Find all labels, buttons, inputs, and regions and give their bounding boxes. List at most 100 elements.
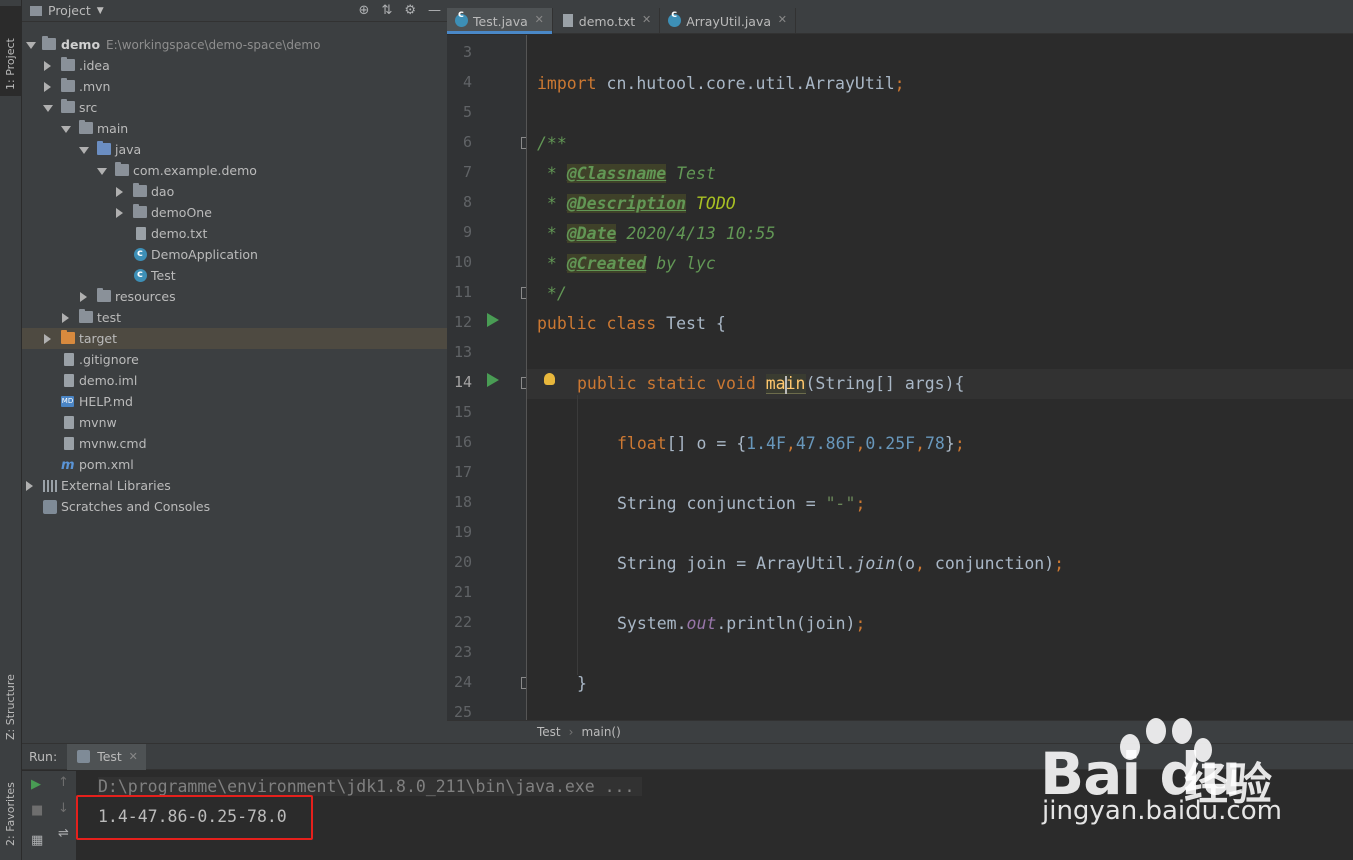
hide-icon[interactable]: —	[428, 3, 441, 18]
expand-arrow-icon[interactable]	[80, 292, 87, 302]
line-number: 9	[462, 223, 472, 241]
folder-icon	[79, 309, 93, 323]
tree-node-demo-iml[interactable]: demo.iml	[22, 370, 447, 391]
code-token: join	[855, 554, 896, 573]
tree-label: com.example.demo	[133, 163, 257, 178]
tree-node-idea[interactable]: .idea	[22, 55, 447, 76]
expand-arrow-icon[interactable]	[44, 334, 51, 344]
expand-arrow-icon[interactable]	[116, 208, 123, 218]
expand-arrow-icon[interactable]	[61, 126, 71, 133]
collapse-all-icon[interactable]: ⇅	[381, 3, 392, 18]
tree-node-resources[interactable]: resources	[22, 286, 447, 307]
code-token: ,	[785, 434, 796, 453]
tree-node-mvnw[interactable]: mvnw	[22, 412, 447, 433]
breadcrumb-item[interactable]: main()	[581, 725, 620, 739]
rerun-icon[interactable]: ▶	[31, 777, 41, 792]
close-icon[interactable]: ✕	[778, 13, 787, 26]
tree-node-mvn[interactable]: .mvn	[22, 76, 447, 97]
tree-node-scratches[interactable]: Scratches and Consoles	[22, 496, 447, 517]
scroll-up-icon[interactable]: ↑	[58, 775, 69, 790]
tree-node-main[interactable]: main	[22, 118, 447, 139]
code-token: Test {	[656, 314, 726, 333]
project-tool-tab[interactable]: 1: Project	[0, 6, 22, 96]
tree-node-external-libraries[interactable]: External Libraries	[22, 475, 447, 496]
tab-demo-txt[interactable]: demo.txt ✕	[553, 8, 661, 34]
soft-wrap-icon[interactable]: ⇌	[58, 826, 69, 841]
tree-node-help-md[interactable]: MD HELP.md	[22, 391, 447, 412]
expand-arrow-icon[interactable]	[44, 61, 51, 71]
tree-node-gitignore[interactable]: .gitignore	[22, 349, 447, 370]
expand-arrow-icon[interactable]	[116, 187, 123, 197]
locate-icon[interactable]: ⊕	[359, 3, 370, 18]
stop-icon[interactable]: ■	[31, 803, 43, 818]
expand-arrow-icon[interactable]	[26, 481, 33, 491]
code-token: *	[537, 164, 567, 183]
run-tab-test[interactable]: Test ✕	[67, 743, 146, 770]
method-name: main	[765, 374, 806, 394]
line-number: 8	[462, 193, 472, 211]
close-icon[interactable]: ✕	[535, 13, 544, 26]
code-token: String conjunction =	[617, 494, 826, 513]
tab-arrayutil-java[interactable]: ArrayUtil.java ✕	[660, 8, 797, 34]
project-pane: Project ▼ ⊕ ⇅ ⚙ — demo E:\workingspace\de…	[22, 0, 447, 743]
code-token: *	[537, 254, 567, 273]
structure-tool-tab[interactable]: Z: Structure	[0, 674, 22, 742]
project-view-selector[interactable]: Project ▼	[30, 3, 104, 18]
favorites-tool-tab[interactable]: 2: Favorites	[0, 780, 22, 850]
tree-node-demo-txt[interactable]: demo.txt	[22, 223, 447, 244]
editor-tabs: Test.java ✕ demo.txt ✕ ArrayUtil.java ✕	[447, 8, 1353, 34]
tree-node-demo[interactable]: demo E:\workingspace\demo-space\demo	[22, 34, 447, 55]
tree-node-dao[interactable]: dao	[22, 181, 447, 202]
watermark-url: jingyan.baidu.com	[1042, 796, 1282, 826]
code-token: in	[785, 374, 806, 393]
run-main-icon[interactable]	[487, 373, 499, 387]
tree-label: HELP.md	[79, 394, 133, 409]
scroll-down-icon[interactable]: ↓	[58, 801, 69, 816]
tree-label: target	[79, 331, 118, 346]
tree-node-src[interactable]: src	[22, 97, 447, 118]
code-editor[interactable]: import cn.hutool.core.util.ArrayUtil; /*…	[527, 35, 1353, 720]
tree-node-demoone[interactable]: demoOne	[22, 202, 447, 223]
code-token: float	[617, 434, 667, 453]
class-icon	[668, 9, 682, 27]
project-header: Project ▼ ⊕ ⇅ ⚙ —	[22, 0, 447, 22]
run-label: Run:	[29, 749, 58, 764]
expand-arrow-icon[interactable]	[62, 313, 69, 323]
run-class-icon[interactable]	[487, 313, 499, 327]
console-command-line: D:\programme\environment\jdk1.8.0_211\bi…	[98, 777, 643, 796]
code-token: [] o = {	[666, 434, 747, 453]
editor-gutter[interactable]: 3 4 5 6 7 8 9 10 11 12 13 14 15 16 17 18…	[447, 35, 527, 720]
code-token: ,	[915, 554, 925, 573]
line-number: 22	[453, 613, 472, 631]
tree-node-test-folder[interactable]: test	[22, 307, 447, 328]
tool-window-strip: 1: Project Z: Structure 2: Favorites	[0, 0, 22, 860]
tree-label: Scratches and Consoles	[61, 499, 211, 514]
tree-node-test-class[interactable]: Test	[22, 264, 447, 286]
code-token: @Date	[566, 224, 617, 243]
indent-guide	[577, 395, 578, 675]
layout-icon[interactable]: ▦	[31, 833, 43, 848]
file-icon	[64, 353, 74, 366]
tab-test-java[interactable]: Test.java ✕	[447, 8, 553, 34]
gear-icon[interactable]: ⚙	[404, 3, 416, 18]
expand-arrow-icon[interactable]	[43, 105, 53, 112]
code-token: System.	[617, 614, 687, 633]
close-icon[interactable]: ✕	[642, 13, 651, 26]
tree-node-pom-xml[interactable]: m pom.xml	[22, 454, 447, 475]
tree-node-package[interactable]: com.example.demo	[22, 160, 447, 181]
tree-node-demoapplication[interactable]: DemoApplication	[22, 243, 447, 265]
breadcrumb-item[interactable]: Test	[537, 725, 561, 739]
code-token: @Description	[566, 194, 687, 213]
tree-node-target[interactable]: target	[22, 328, 447, 349]
expand-arrow-icon[interactable]	[44, 82, 51, 92]
expand-arrow-icon[interactable]	[26, 42, 36, 49]
code-token: @Created	[566, 254, 647, 273]
close-icon[interactable]: ✕	[129, 750, 138, 763]
tree-node-mvnw-cmd[interactable]: mvnw.cmd	[22, 433, 447, 454]
expand-arrow-icon[interactable]	[97, 168, 107, 175]
code-token: 1.4F	[746, 434, 786, 453]
tree-node-java[interactable]: java	[22, 139, 447, 160]
expand-arrow-icon[interactable]	[79, 147, 89, 154]
line-number: 15	[453, 403, 472, 421]
intention-bulb-icon[interactable]	[544, 373, 555, 385]
